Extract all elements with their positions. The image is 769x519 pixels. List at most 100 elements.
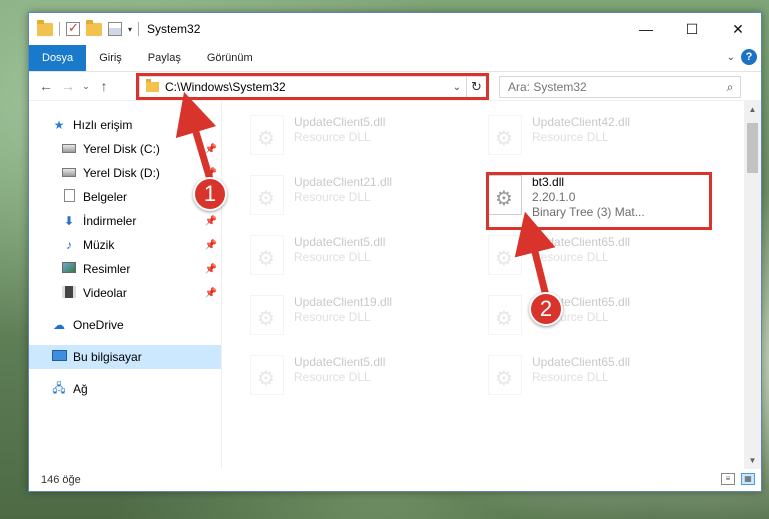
pictures-icon [61, 262, 77, 276]
pin-icon[interactable]: 📌 [205, 288, 217, 299]
properties-check-icon[interactable] [66, 20, 80, 36]
address-bar[interactable]: C:\Windows\System32 ⌄ ↻ [139, 76, 487, 98]
pin-icon[interactable]: 📌 [205, 240, 217, 251]
address-path[interactable]: C:\Windows\System32 [165, 80, 448, 94]
customize-icon[interactable] [108, 22, 122, 36]
pin-icon[interactable]: 📌 [205, 264, 217, 275]
chevron-down-icon[interactable]: ⌄ [448, 82, 466, 93]
maximize-button[interactable]: ☐ [669, 13, 715, 45]
sidebar-item-downloads[interactable]: ⬇ İndirmeler 📌 [29, 209, 221, 233]
recent-locations-chevron-icon[interactable]: ⌄ [79, 81, 93, 92]
new-folder-icon[interactable] [86, 19, 102, 36]
pin-icon[interactable]: 📌 [205, 216, 217, 227]
navigation-pane: ★ Hızlı erişim Yerel Disk (C:) 📌 Yerel D… [29, 101, 222, 469]
item-count: 146 öğe [41, 474, 81, 486]
file-list: UpdateClient5.dll Resource DLL UpdateCli… [222, 101, 761, 469]
sidebar-item-label: İndirmeler [83, 214, 137, 228]
expand-ribbon-icon[interactable]: ⌄ [727, 52, 735, 63]
help-icon[interactable]: ? [741, 49, 757, 65]
file-type: Resource DLL [294, 190, 371, 204]
file-item[interactable]: UpdateClient65.dll Resource DLL [488, 235, 718, 285]
minimize-button[interactable]: — [623, 13, 669, 45]
file-item[interactable]: UpdateClient42.dll Resource DLL [488, 115, 718, 165]
pin-icon[interactable]: 📌 [205, 144, 217, 155]
sidebar-item-label: Hızlı erişim [73, 118, 133, 132]
sidebar-item-documents[interactable]: Belgeler 📌 [29, 185, 221, 209]
file-type: Resource DLL [294, 130, 371, 144]
folder-icon [146, 79, 159, 92]
tab-share[interactable]: Paylaş [135, 45, 194, 71]
search-box[interactable]: ⌕ [499, 76, 741, 98]
sidebar-item-network[interactable]: 🖧 Ağ [29, 377, 221, 401]
search-input[interactable] [508, 80, 720, 94]
ribbon-right-controls: ⌄ ? [727, 49, 757, 65]
file-type: Resource DLL [532, 370, 609, 384]
file-item[interactable]: UpdateClient65.dll Resource DLL [488, 355, 718, 405]
search-icon[interactable]: ⌕ [720, 80, 740, 95]
file-item-bt3-dll[interactable]: bt3.dll 2.20.1.0 Binary Tree (3) Mat... [488, 175, 718, 225]
toolbar-separator [59, 22, 60, 36]
sidebar-item-label: Resimler [83, 262, 131, 276]
sidebar-item-local-disk-d[interactable]: Yerel Disk (D:) 📌 [29, 161, 221, 185]
dll-file-icon [250, 175, 284, 215]
scroll-down-icon[interactable]: ▼ [744, 452, 761, 469]
dll-file-icon [488, 115, 522, 155]
dll-file-icon [488, 355, 522, 395]
drive-icon [61, 142, 77, 156]
vertical-scrollbar[interactable]: ▲ ▼ [744, 101, 761, 469]
download-icon: ⬇ [63, 214, 75, 228]
tab-view[interactable]: Görünüm [194, 45, 266, 71]
refresh-icon[interactable]: ↻ [466, 77, 486, 97]
sidebar-item-onedrive[interactable]: ☁ OneDrive [29, 313, 221, 337]
forward-arrow-icon[interactable]: → [57, 78, 79, 94]
window-title: System32 [147, 22, 201, 36]
sidebar-item-label: OneDrive [73, 318, 124, 332]
close-button[interactable]: ✕ [715, 13, 761, 45]
view-switcher: ≡ ▦ [721, 473, 755, 485]
sidebar-item-pictures[interactable]: Resimler 📌 [29, 257, 221, 281]
navigation-bar: ← → ⌄ ↑ C:\Windows\System32 ⌄ ↻ ⌕ [29, 71, 761, 101]
dll-file-icon [250, 115, 284, 155]
dll-file-icon [250, 235, 284, 275]
sidebar-item-music[interactable]: ♪ Müzik 📌 [29, 233, 221, 257]
file-type: Resource DLL [532, 130, 609, 144]
sidebar-item-quick-access[interactable]: ★ Hızlı erişim [29, 113, 221, 137]
network-icon: 🖧 [52, 380, 66, 395]
document-icon [61, 189, 77, 205]
sidebar-item-label: Belgeler [83, 190, 128, 204]
tiles-view-icon[interactable]: ▦ [741, 473, 755, 485]
drive-icon [61, 166, 77, 180]
file-explorer-window: ▾ System32 — ☐ ✕ Dosya Giriş Paylaş Görü… [28, 12, 762, 492]
file-item[interactable]: UpdateClient5.dll Resource DLL [250, 235, 480, 285]
video-icon [61, 285, 77, 301]
computer-icon [51, 350, 67, 364]
scrollbar-thumb[interactable] [747, 123, 758, 173]
dll-file-icon [488, 235, 522, 275]
tab-home[interactable]: Giriş [86, 45, 135, 71]
file-name: bt3.dll [532, 175, 565, 189]
sidebar-item-videos[interactable]: Videolar 📌 [29, 281, 221, 305]
file-item[interactable]: UpdateClient21.dll Resource DLL [250, 175, 480, 225]
file-name: UpdateClient65.dll [532, 235, 631, 249]
sidebar-item-local-disk-c[interactable]: Yerel Disk (C:) 📌 [29, 137, 221, 161]
details-view-icon[interactable]: ≡ [721, 473, 735, 485]
file-item[interactable]: UpdateClient19.dll Resource DLL [250, 295, 480, 345]
file-item[interactable]: UpdateClient65.dll Resource DLL [488, 295, 718, 345]
up-arrow-icon[interactable]: ↑ [93, 78, 115, 94]
sidebar-item-this-pc[interactable]: Bu bilgisayar [29, 345, 221, 369]
scroll-up-icon[interactable]: ▲ [744, 101, 761, 118]
chevron-down-icon[interactable]: ▾ [128, 25, 132, 34]
tab-file[interactable]: Dosya [29, 45, 87, 71]
sidebar-item-label: Bu bilgisayar [73, 350, 142, 364]
file-item[interactable]: UpdateClient5.dll Resource DLL [250, 355, 480, 405]
sidebar-item-label: Ağ [73, 382, 88, 396]
file-item[interactable]: UpdateClient5.dll Resource DLL [250, 115, 480, 165]
toolbar-separator [138, 22, 140, 36]
window-controls: — ☐ ✕ [623, 13, 761, 45]
file-version: 2.20.1.0 [532, 190, 576, 204]
sidebar-item-label: Videolar [83, 286, 127, 300]
back-arrow-icon[interactable]: ← [35, 78, 57, 94]
music-icon: ♪ [66, 238, 72, 252]
file-name: UpdateClient19.dll [294, 295, 393, 309]
file-type: Resource DLL [532, 250, 609, 264]
